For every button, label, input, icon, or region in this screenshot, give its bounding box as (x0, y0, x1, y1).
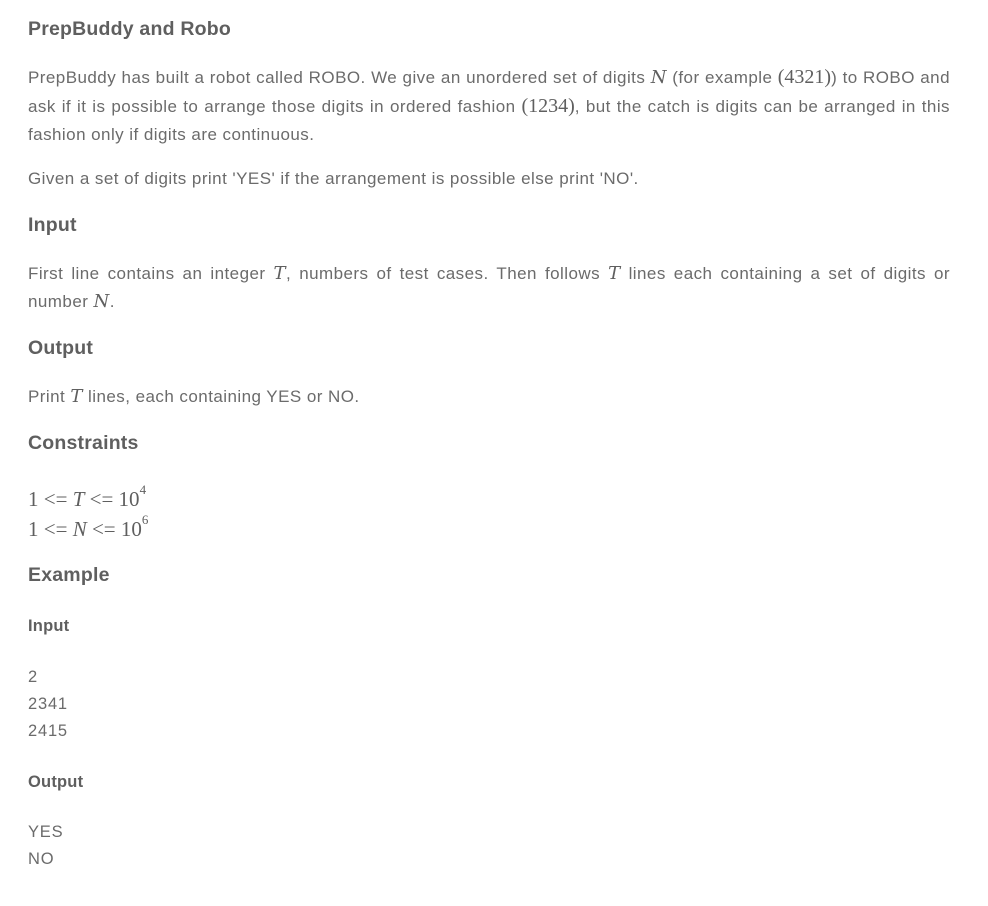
example-input-line: 2 (28, 668, 38, 686)
problem-page: PrepBuddy and Robo PrepBuddy has built a… (0, 0, 988, 906)
example-heading: Example (28, 564, 110, 586)
problem-title: PrepBuddy and Robo (28, 18, 231, 40)
example-input-line: 2341 (28, 695, 68, 713)
math-var-n: N (650, 67, 667, 88)
output-description: Print T lines, each containing YES or NO… (28, 386, 360, 407)
math-example-ordered: (1234) (521, 95, 575, 117)
example-output-line: NO (28, 850, 55, 868)
input-heading: Input (28, 214, 77, 236)
example-input-line: 2415 (28, 722, 68, 740)
math-var-t: T (70, 386, 83, 407)
example-output-block: YES NO (28, 819, 63, 873)
statement-instruction: Given a set of digits print 'YES' if the… (28, 169, 639, 188)
math-example-unordered: (4321) (777, 66, 832, 88)
example-output-line: YES (28, 823, 64, 841)
input-description: First line contains an integer T, number… (28, 263, 951, 312)
output-heading: Output (28, 337, 94, 359)
math-var-t: T (273, 263, 286, 284)
statement-paragraph: PrepBuddy has built a robot called ROBO.… (28, 66, 950, 144)
example-input-block: 2 2341 2415 (28, 664, 68, 745)
constraints-heading: Constraints (28, 432, 139, 454)
example-input-heading: Input (28, 617, 70, 635)
math-var-n: N (93, 291, 110, 312)
math-var-t: T (608, 263, 621, 284)
example-output-heading: Output (28, 773, 84, 791)
constraint-n: 1 <= N <= 106 (28, 512, 149, 541)
